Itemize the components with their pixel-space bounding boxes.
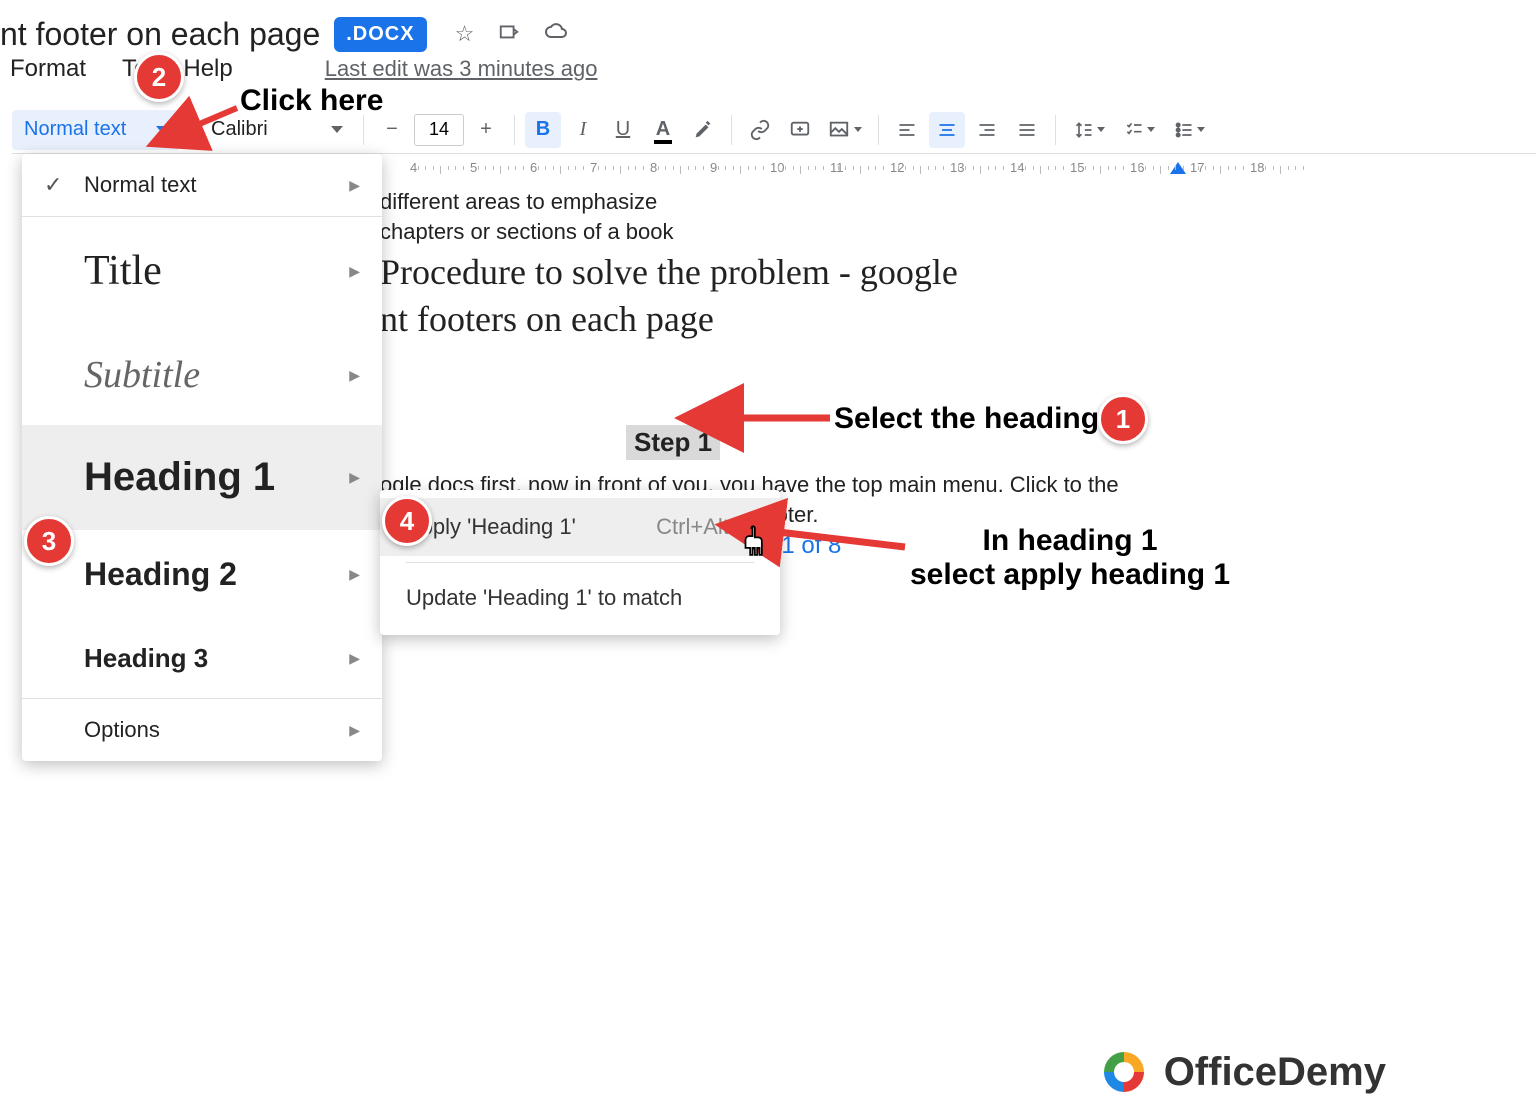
text-color-button[interactable]: A [645, 112, 681, 148]
style-heading-3[interactable]: Heading 3 ▶ [22, 619, 382, 698]
style-heading-2[interactable]: Heading 2 ▶ [22, 530, 382, 619]
paragraph-style-value: Normal text [24, 118, 126, 141]
menu-format[interactable]: Format [10, 55, 86, 83]
chevron-right-icon: ▶ [349, 566, 360, 583]
font-size-input[interactable]: 14 [414, 114, 464, 146]
update-heading-1[interactable]: Update 'Heading 1' to match [380, 569, 780, 627]
style-options[interactable]: Options ▶ [22, 699, 382, 761]
move-icon[interactable] [498, 20, 520, 48]
bold-button[interactable]: B [525, 112, 561, 148]
highlight-color-button[interactable] [685, 112, 721, 148]
checklist-button[interactable] [1116, 112, 1162, 148]
annotation-select-heading: Select the heading [834, 402, 1099, 436]
ruler-tick: 8 [650, 160, 657, 175]
insert-image-button[interactable] [822, 112, 868, 148]
caret-down-icon [156, 126, 168, 133]
keyboard-shortcut: Ctrl+Alt+1 [656, 514, 754, 540]
check-icon: ✓ [44, 172, 62, 198]
annotation-arrow [720, 406, 840, 435]
annotation-badge-2: 2 [134, 52, 184, 102]
document-title[interactable]: nt footer on each page [0, 16, 320, 53]
style-subtitle[interactable]: Subtitle ▶ [22, 325, 382, 425]
add-comment-button[interactable] [782, 112, 818, 148]
chevron-right-icon: ▶ [349, 650, 360, 667]
annotation-badge-3: 3 [24, 516, 74, 566]
chevron-right-icon: ▶ [349, 722, 360, 739]
selected-text[interactable]: Step 1 [626, 425, 720, 460]
horizontal-ruler[interactable]: 456789101112131415161718 [380, 160, 1536, 184]
annotation-apply-heading: In heading 1 select apply heading 1 [910, 524, 1230, 592]
indent-marker-icon[interactable] [1170, 162, 1186, 174]
annotation-arrow [182, 102, 242, 141]
chevron-right-icon: ▶ [349, 367, 360, 384]
ruler-tick: 6 [530, 160, 537, 175]
docx-badge: .DOCX [334, 17, 426, 52]
last-edit-link[interactable]: Last edit was 3 minutes ago [325, 56, 598, 82]
menu-help[interactable]: Help [183, 55, 232, 83]
body-text: chapters or sections of a book [380, 219, 1536, 245]
ruler-tick: 9 [710, 160, 717, 175]
align-justify-button[interactable] [1009, 112, 1045, 148]
style-heading-1[interactable]: Heading 1 ▶ [22, 425, 382, 530]
insert-link-button[interactable] [742, 112, 778, 148]
bulleted-list-button[interactable] [1166, 112, 1212, 148]
paragraph-style-dropdown[interactable]: Normal text [12, 110, 180, 150]
chevron-right-icon: ▶ [349, 263, 360, 280]
annotation-badge-1: 1 [1098, 394, 1148, 444]
star-icon[interactable]: ☆ [455, 21, 475, 47]
ruler-tick: 7 [590, 160, 597, 175]
chevron-right-icon: ▶ [349, 469, 360, 486]
style-title[interactable]: Title ▶ [22, 217, 382, 325]
align-center-button[interactable] [929, 112, 965, 148]
document-heading: Procedure to solve the problem - google … [380, 249, 1536, 343]
italic-button[interactable]: I [565, 112, 601, 148]
line-spacing-button[interactable] [1066, 112, 1112, 148]
annotation-arrow [760, 525, 910, 560]
underline-button[interactable]: U [605, 112, 641, 148]
apply-heading-1[interactable]: Apply 'Heading 1' Ctrl+Alt+1 [380, 498, 780, 556]
ruler-tick: 5 [470, 160, 477, 175]
paragraph-style-menu: ✓ Normal text ▶ Title ▶ Subtitle ▶ Headi… [22, 154, 382, 761]
officedemy-logo-icon [1100, 1048, 1148, 1096]
align-left-button[interactable] [889, 112, 925, 148]
style-normal-text[interactable]: ✓ Normal text ▶ [22, 154, 382, 216]
chevron-right-icon: ▶ [349, 177, 360, 194]
annotation-badge-4: 4 [382, 496, 432, 546]
watermark-logo: OfficeDemy [1100, 1048, 1386, 1096]
heading-1-submenu: Apply 'Heading 1' Ctrl+Alt+1 Update 'Hea… [380, 490, 780, 635]
font-size-increase-button[interactable]: + [468, 112, 504, 148]
annotation-click-here: Click here [240, 84, 383, 118]
cloud-icon[interactable] [544, 19, 568, 49]
caret-down-icon [331, 126, 343, 133]
ruler-tick: 4 [410, 160, 417, 175]
align-right-button[interactable] [969, 112, 1005, 148]
cursor-pointer-icon [742, 525, 770, 564]
body-text: different areas to emphasize [380, 189, 1536, 215]
